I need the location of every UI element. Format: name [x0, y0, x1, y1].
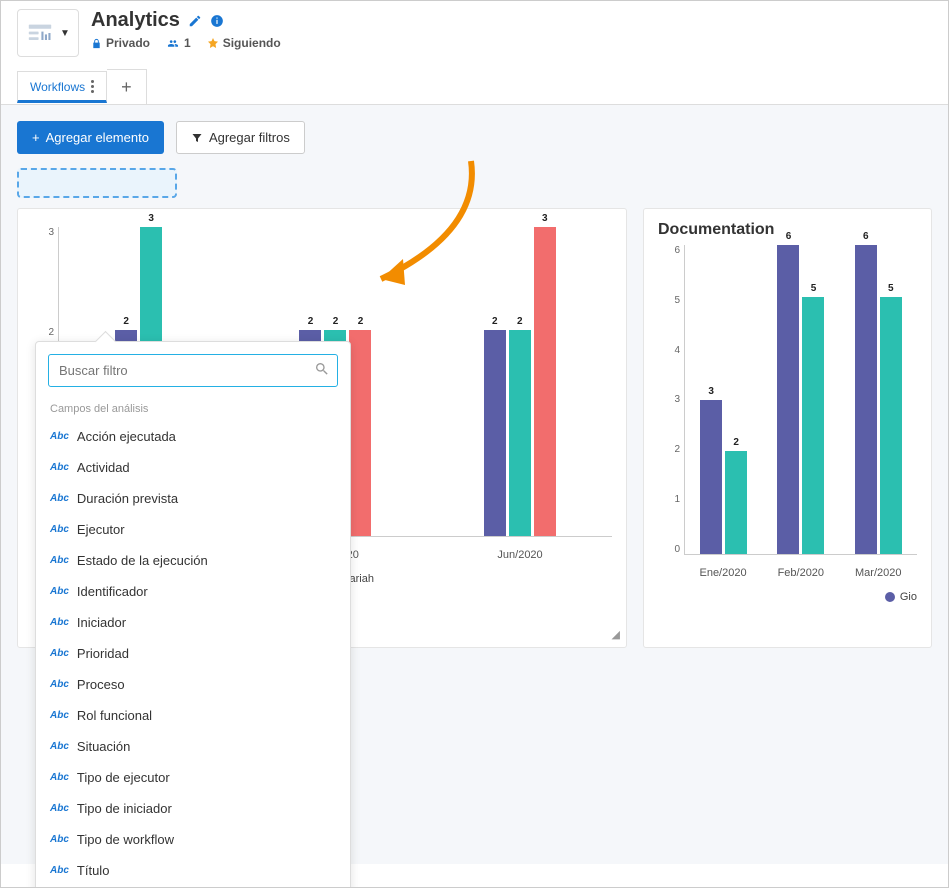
- add-element-button[interactable]: + Agregar elemento: [17, 121, 164, 154]
- abc-type-icon: Abc: [50, 772, 69, 783]
- filter-field-item[interactable]: AbcAcción ejecutada: [48, 421, 338, 452]
- filter-field-item[interactable]: AbcTipo de ejecutor: [48, 762, 338, 793]
- abc-type-icon: Abc: [50, 679, 69, 690]
- filter-search-popup: Campos del análisis AbcAcción ejecutadaA…: [35, 341, 351, 888]
- filter-field-item[interactable]: AbcTítulo: [48, 855, 338, 886]
- analytics-view-icon: [26, 19, 54, 47]
- filter-field-item[interactable]: AbcTipo de workflow: [48, 824, 338, 855]
- filter-field-item[interactable]: AbcDuración prevista: [48, 483, 338, 514]
- filter-field-item[interactable]: AbcActividad: [48, 452, 338, 483]
- filter-field-item[interactable]: AbcTipo de iniciador: [48, 793, 338, 824]
- abc-type-icon: Abc: [50, 617, 69, 628]
- resize-handle-icon[interactable]: ◢: [612, 628, 620, 641]
- abc-type-icon: Abc: [50, 493, 69, 504]
- filter-field-item[interactable]: AbcEjecutor: [48, 514, 338, 545]
- filter-field-item[interactable]: AbcIdentificador: [48, 576, 338, 607]
- legend-item[interactable]: Gio: [885, 591, 917, 603]
- abc-type-icon: Abc: [50, 803, 69, 814]
- abc-type-icon: Abc: [50, 431, 69, 442]
- page-title: Analytics: [91, 9, 180, 32]
- filter-section-header: Campos del análisis: [48, 397, 338, 421]
- search-icon: [314, 361, 330, 380]
- tab-menu-icon[interactable]: [91, 80, 94, 93]
- filter-field-item[interactable]: AbcIniciador: [48, 607, 338, 638]
- abc-type-icon: Abc: [50, 462, 69, 473]
- view-icon-selector[interactable]: ▼: [17, 9, 79, 57]
- chart-plot-right: 6543210 326565 Ene/2020Feb/2020Mar/2020: [658, 245, 917, 585]
- add-filters-button[interactable]: Agregar filtros: [176, 121, 305, 154]
- filter-field-item[interactable]: AbcPrioridad: [48, 638, 338, 669]
- chart-legend-right: Gio: [658, 591, 917, 603]
- chart-card-right: Documentation 6543210 326565 Ene/2020Feb…: [643, 208, 932, 648]
- filter-field-item[interactable]: AbcSituación: [48, 731, 338, 762]
- lock-icon: [91, 38, 102, 49]
- abc-type-icon: Abc: [50, 710, 69, 721]
- members-indicator[interactable]: 1: [166, 36, 191, 50]
- privacy-indicator[interactable]: Privado: [91, 36, 150, 50]
- people-icon: [166, 38, 180, 49]
- filter-field-item[interactable]: AbcProceso: [48, 669, 338, 700]
- filter-search-input[interactable]: [48, 354, 338, 387]
- abc-type-icon: Abc: [50, 834, 69, 845]
- abc-type-icon: Abc: [50, 741, 69, 752]
- info-icon[interactable]: [210, 14, 224, 28]
- star-icon: [207, 37, 219, 49]
- chevron-down-icon: ▼: [60, 28, 70, 39]
- abc-type-icon: Abc: [50, 648, 69, 659]
- tab-workflows[interactable]: Workflows: [17, 71, 107, 103]
- following-indicator[interactable]: Siguiendo: [207, 36, 281, 50]
- plus-icon: +: [32, 130, 40, 145]
- abc-type-icon: Abc: [50, 586, 69, 597]
- filter-drop-zone[interactable]: [17, 168, 177, 198]
- filter-field-item[interactable]: AbcRol funcional: [48, 700, 338, 731]
- filter-field-item[interactable]: AbcEstado de la ejecución: [48, 545, 338, 576]
- edit-icon[interactable]: [188, 14, 202, 28]
- filter-icon: [191, 132, 203, 144]
- abc-type-icon: Abc: [50, 555, 69, 566]
- add-tab-button[interactable]: +: [107, 69, 147, 104]
- abc-type-icon: Abc: [50, 865, 69, 876]
- abc-type-icon: Abc: [50, 524, 69, 535]
